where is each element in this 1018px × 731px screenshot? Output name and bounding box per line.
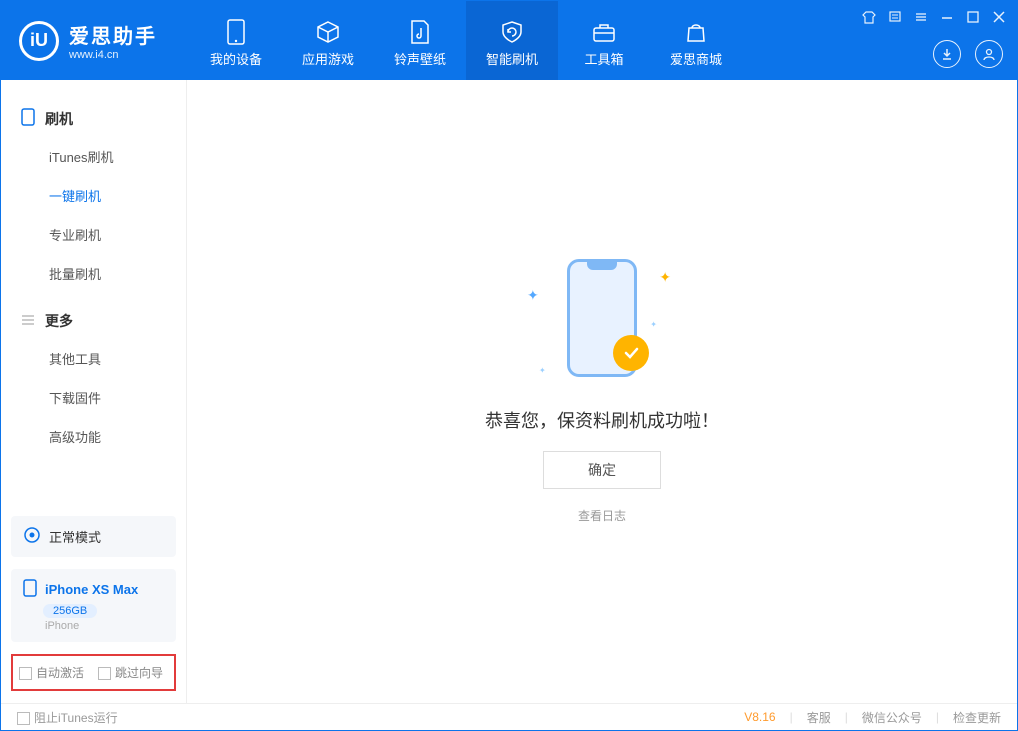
logo-text: 爱思助手 www.i4.cn [69, 20, 157, 61]
checkbox-label: 跳过向导 [115, 666, 163, 680]
tab-label: 工具箱 [584, 49, 623, 68]
tab-my-device[interactable]: 我的设备 [190, 1, 282, 80]
music-file-icon [407, 19, 433, 45]
check-update-link[interactable]: 检查更新 [953, 709, 1001, 726]
sidebar-item-pro-flash[interactable]: 专业刷机 [1, 215, 186, 254]
success-message: 恭喜您，保资料刷机成功啦！ [485, 407, 719, 433]
sidebar-item-other-tools[interactable]: 其他工具 [1, 339, 186, 378]
phone-icon [23, 579, 37, 600]
sidebar-group-flash: 刷机 [1, 100, 186, 137]
wechat-link[interactable]: 微信公众号 [862, 709, 922, 726]
device-mode-panel[interactable]: 正常模式 [11, 516, 176, 557]
tab-ringtones[interactable]: 铃声壁纸 [374, 1, 466, 80]
tab-apps[interactable]: 应用游戏 [282, 1, 374, 80]
app-body: 刷机 iTunes刷机 一键刷机 专业刷机 批量刷机 更多 其他工具 下载固件 … [1, 80, 1017, 703]
footer-left: 阻止iTunes运行 [17, 709, 118, 726]
tab-toolbox[interactable]: 工具箱 [558, 1, 650, 80]
checkbox-icon [19, 667, 32, 680]
download-icon[interactable] [933, 40, 961, 68]
refresh-shield-icon [499, 19, 525, 45]
shopping-bag-icon [683, 19, 709, 45]
sidebar-item-advanced[interactable]: 高级功能 [1, 417, 186, 456]
checkbox-label: 自动激活 [36, 666, 84, 680]
skin-icon[interactable] [861, 9, 877, 25]
cube-icon [315, 19, 341, 45]
list-icon [21, 313, 35, 330]
close-button[interactable] [991, 9, 1007, 25]
separator: | [790, 710, 793, 724]
ok-button[interactable]: 确定 [543, 451, 661, 489]
view-log-link[interactable]: 查看日志 [578, 507, 626, 524]
logo-icon: iU [19, 21, 59, 61]
checkbox-skip-guide[interactable]: 跳过向导 [98, 664, 163, 681]
user-icon[interactable] [975, 40, 1003, 68]
logo-area: iU 爱思助手 www.i4.cn [1, 1, 175, 80]
device-storage: 256GB [43, 604, 97, 618]
app-header: iU 爱思助手 www.i4.cn 我的设备 应用游戏 铃声壁纸 智能刷机 工具… [1, 1, 1017, 80]
version-label: V8.16 [744, 710, 775, 724]
checkbox-icon [17, 712, 30, 725]
device-mode-label: 正常模式 [49, 527, 101, 546]
sidebar-item-batch-flash[interactable]: 批量刷机 [1, 254, 186, 293]
app-subtitle: www.i4.cn [69, 49, 157, 61]
tab-label: 智能刷机 [486, 49, 538, 68]
group-label: 刷机 [45, 109, 73, 129]
tab-label: 铃声壁纸 [394, 49, 446, 68]
app-title: 爱思助手 [69, 20, 157, 49]
device-name: iPhone XS Max [45, 582, 138, 597]
footer-right: V8.16 | 客服 | 微信公众号 | 检查更新 [744, 709, 1001, 726]
maximize-button[interactable] [965, 9, 981, 25]
sparkle-icon: ✦ [527, 287, 539, 304]
separator: | [936, 710, 939, 724]
toolbox-icon [591, 19, 617, 45]
sidebar: 刷机 iTunes刷机 一键刷机 专业刷机 批量刷机 更多 其他工具 下载固件 … [1, 80, 187, 703]
sparkle-icon: ✦ [539, 366, 546, 375]
status-bar: 阻止iTunes运行 V8.16 | 客服 | 微信公众号 | 检查更新 [1, 703, 1017, 730]
sidebar-group-more: 更多 [1, 303, 186, 339]
sidebar-item-oneclick-flash[interactable]: 一键刷机 [1, 176, 186, 215]
sidebar-item-itunes-flash[interactable]: iTunes刷机 [1, 137, 186, 176]
checkbox-label: 阻止iTunes运行 [34, 711, 118, 725]
tab-store[interactable]: 爱思商城 [650, 1, 742, 80]
check-badge-icon [613, 335, 649, 371]
device-icon [223, 19, 249, 45]
menu-icon[interactable] [913, 9, 929, 25]
sidebar-item-download-firmware[interactable]: 下载固件 [1, 378, 186, 417]
checkbox-auto-activate[interactable]: 自动激活 [19, 664, 84, 681]
flash-options-highlight: 自动激活 跳过向导 [11, 654, 176, 691]
tab-smart-flash[interactable]: 智能刷机 [466, 1, 558, 80]
minimize-button[interactable] [939, 9, 955, 25]
main-tabs: 我的设备 应用游戏 铃声壁纸 智能刷机 工具箱 爱思商城 [190, 1, 742, 80]
device-type: iPhone [45, 620, 164, 632]
window-controls [861, 9, 1007, 25]
checkbox-icon [98, 667, 111, 680]
device-info-panel[interactable]: iPhone XS Max 256GB iPhone [11, 569, 176, 642]
group-label: 更多 [45, 311, 73, 331]
main-content: ✦ ✦ ✦ ✦ 恭喜您，保资料刷机成功啦！ 确定 查看日志 [187, 80, 1017, 703]
tab-label: 爱思商城 [670, 49, 722, 68]
support-link[interactable]: 客服 [807, 709, 831, 726]
checkbox-block-itunes[interactable]: 阻止iTunes运行 [17, 709, 118, 726]
sparkle-icon: ✦ [659, 269, 671, 286]
success-illustration: ✦ ✦ ✦ ✦ [517, 259, 687, 389]
header-action-icons [933, 40, 1003, 68]
sparkle-icon: ✦ [650, 320, 657, 329]
tab-label: 我的设备 [210, 49, 262, 68]
separator: | [845, 710, 848, 724]
mode-icon [23, 526, 41, 547]
phone-icon [21, 108, 35, 129]
tab-label: 应用游戏 [302, 49, 354, 68]
feedback-icon[interactable] [887, 9, 903, 25]
